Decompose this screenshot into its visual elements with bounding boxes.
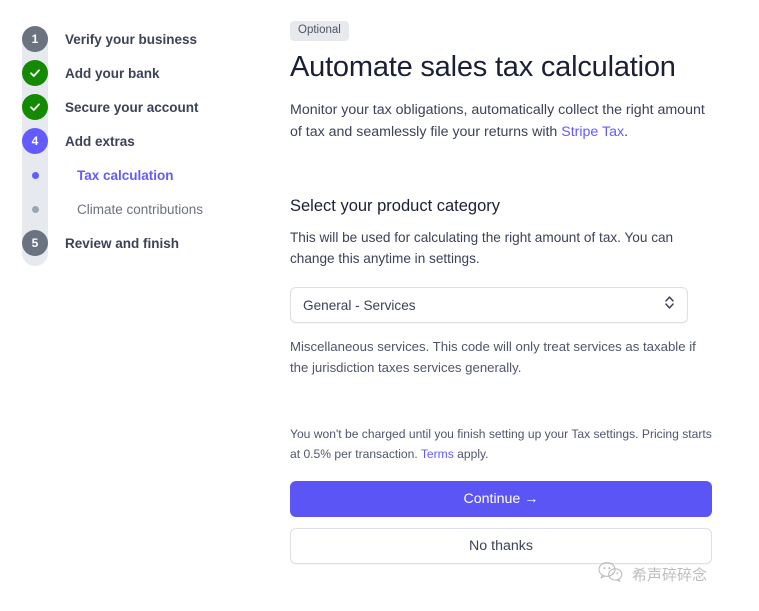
step-label: Add your bank	[65, 65, 160, 81]
fineprint-text-before: You won't be charged until you finish se…	[290, 427, 712, 461]
substep-label: Climate contributions	[77, 201, 204, 217]
no-thanks-button[interactable]: No thanks	[290, 527, 712, 564]
continue-button[interactable]: Continue →	[290, 480, 712, 517]
select-value: General - Services	[303, 297, 416, 313]
onboarding-page: 1 Verify your business Add your bank Sec	[0, 0, 759, 611]
select-box[interactable]: General - Services	[290, 287, 688, 324]
step-marker-check-icon	[22, 94, 48, 120]
page-title: Automate sales tax calculation	[290, 50, 676, 83]
step-marker-check-icon	[22, 60, 48, 86]
optional-badge: Optional	[290, 21, 349, 41]
page-description: Monitor your tax obligations, automatica…	[290, 99, 712, 143]
category-help-text: Miscellaneous services. This code will o…	[290, 339, 696, 376]
section-title: Select your product category	[290, 197, 501, 216]
sidebar-step-add-extras[interactable]: 4 Add extras	[0, 124, 290, 158]
step-label: Review and finish	[65, 235, 180, 251]
sidebar-step-add-your-bank[interactable]: Add your bank	[0, 56, 290, 90]
step-label: Verify your business	[65, 31, 198, 47]
product-category-select[interactable]: General - Services	[290, 287, 688, 324]
substep-bullet-wrap	[22, 205, 48, 213]
onboarding-sidebar: 1 Verify your business Add your bank Sec	[0, 0, 290, 611]
main-content: Optional Automate sales tax calculation …	[290, 0, 759, 611]
terms-link[interactable]: Terms	[421, 447, 454, 461]
sidebar-step-review-and-finish[interactable]: 5 Review and finish	[0, 226, 290, 260]
bullet-icon	[31, 171, 39, 179]
step-marker-4: 4	[22, 128, 48, 154]
description-text-before: Monitor your tax obligations, automatica…	[290, 102, 705, 141]
description-text-after: .	[624, 124, 629, 141]
sidebar-step-verify-your-business[interactable]: 1 Verify your business	[0, 22, 290, 56]
section-description: This will be used for calculating the ri…	[290, 230, 674, 267]
chevron-up-down-icon	[664, 294, 675, 317]
substep-label: Tax calculation	[77, 167, 174, 183]
step-list: 1 Verify your business Add your bank Sec	[0, 22, 290, 266]
step-label: Add extras	[65, 133, 135, 149]
pricing-fineprint: You won't be charged until you finish se…	[290, 425, 712, 464]
sidebar-step-secure-your-account[interactable]: Secure your account	[0, 90, 290, 124]
bullet-icon	[31, 205, 39, 213]
substep-bullet-wrap	[22, 171, 48, 179]
fineprint-text-after: apply.	[453, 446, 489, 461]
step-marker-5: 5	[22, 230, 48, 256]
stripe-tax-link[interactable]: Stripe Tax	[561, 124, 624, 140]
sidebar-substep-tax-calculation[interactable]: Tax calculation	[0, 158, 290, 192]
sidebar-substep-climate-contributions[interactable]: Climate contributions	[0, 192, 290, 226]
step-marker-1: 1	[22, 26, 48, 52]
step-label: Secure your account	[65, 99, 199, 115]
